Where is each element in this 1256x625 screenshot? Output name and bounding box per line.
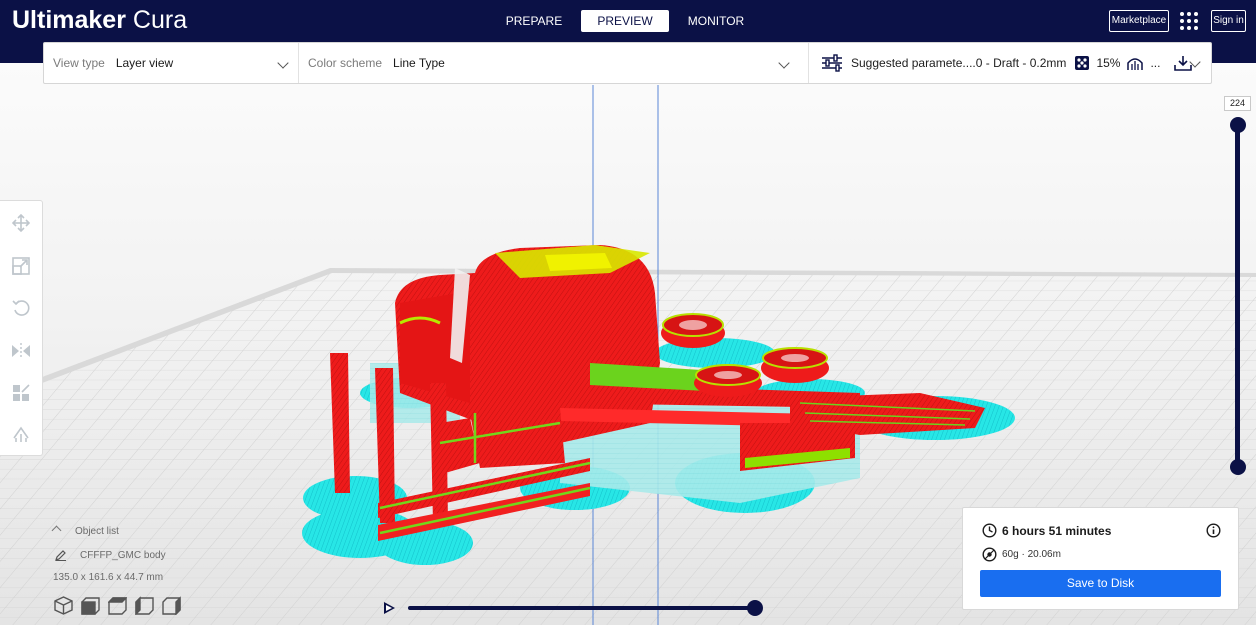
simulation-slider-handle[interactable] xyxy=(747,600,763,616)
print-profile-text: Suggested paramete....0 - Draft - 0.2mm xyxy=(851,56,1067,70)
stage-tabs: PREPARE PREVIEW MONITOR xyxy=(490,10,763,32)
marketplace-button[interactable]: Marketplace xyxy=(1109,10,1169,32)
mirror-icon[interactable] xyxy=(11,341,31,361)
object-dimensions: 135.0 x 161.6 x 44.7 mm xyxy=(53,572,164,583)
tool-panel xyxy=(0,200,43,456)
left-view-icon[interactable] xyxy=(135,596,154,615)
view-type-value: Layer view xyxy=(115,56,174,70)
info-icon[interactable] xyxy=(1206,523,1221,538)
infill-percent: 15% xyxy=(1096,56,1121,70)
spool-icon xyxy=(982,547,997,562)
color-scheme-dropdown[interactable]: Color scheme Line Type xyxy=(299,43,809,83)
object-list-toggle[interactable]: Object list xyxy=(75,526,119,537)
print-estimate-panel: 6 hours 51 minutes 60g · 20.06m Save to … xyxy=(962,507,1239,610)
view-type-dropdown[interactable]: View type Layer view xyxy=(44,43,299,83)
rotate-icon[interactable] xyxy=(11,298,31,318)
simulation-slider-track[interactable] xyxy=(408,606,754,610)
move-icon[interactable] xyxy=(11,213,31,233)
color-scheme-label: Color scheme xyxy=(308,56,383,70)
print-time: 6 hours 51 minutes xyxy=(1002,524,1112,538)
sliders-icon xyxy=(822,54,842,72)
view-type-label: View type xyxy=(53,56,105,70)
top-view-icon[interactable] xyxy=(108,596,127,615)
apps-grid-icon[interactable] xyxy=(1180,12,1198,30)
color-scheme-value: Line Type xyxy=(393,56,445,70)
per-model-settings-icon[interactable] xyxy=(11,383,31,403)
scale-icon[interactable] xyxy=(11,256,31,276)
material-usage: 60g · 20.06m xyxy=(1002,549,1061,560)
layer-number-input[interactable]: 224 xyxy=(1224,96,1251,111)
tab-prepare[interactable]: PREPARE xyxy=(490,10,578,32)
view-settings-bar: View type Layer view Color scheme Line T… xyxy=(43,42,1212,84)
chevron-down-icon xyxy=(778,57,790,69)
layer-slider-bottom-handle[interactable] xyxy=(1230,459,1246,475)
chevron-down-icon xyxy=(277,57,289,69)
support-blocker-icon[interactable] xyxy=(11,425,31,445)
tab-monitor[interactable]: MONITOR xyxy=(672,10,760,32)
object-name[interactable]: CFFFP_GMC body xyxy=(80,550,166,561)
print-setup-selector[interactable]: Suggested paramete....0 - Draft - 0.2mm … xyxy=(809,43,1211,83)
support-icon xyxy=(1127,58,1144,70)
tab-preview[interactable]: PREVIEW xyxy=(581,10,669,32)
play-icon[interactable] xyxy=(384,602,395,614)
save-to-disk-button[interactable]: Save to Disk xyxy=(980,570,1221,597)
right-view-icon[interactable] xyxy=(162,596,181,615)
pencil-icon xyxy=(55,550,66,561)
layer-slider-track[interactable] xyxy=(1235,124,1240,467)
support-indicator: ... xyxy=(1150,56,1161,70)
sign-in-button[interactable]: Sign in xyxy=(1211,10,1246,32)
3d-view-icon[interactable] xyxy=(54,596,73,615)
layer-slider-top-handle[interactable] xyxy=(1230,117,1246,133)
app-logo: Ultimaker Cura xyxy=(12,6,188,34)
camera-view-buttons xyxy=(54,596,181,615)
infill-icon xyxy=(1075,56,1090,70)
front-view-icon[interactable] xyxy=(81,596,100,615)
clock-icon xyxy=(982,523,997,538)
